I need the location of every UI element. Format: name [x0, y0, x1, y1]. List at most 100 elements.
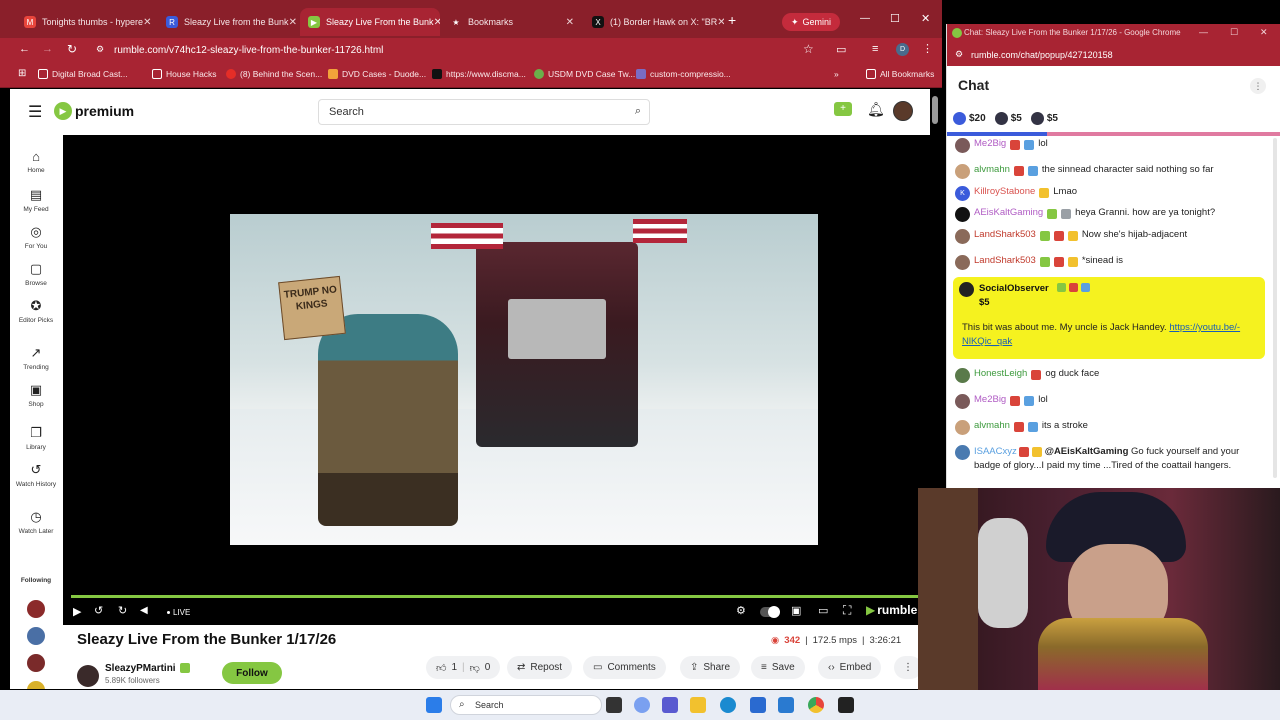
outlook-icon[interactable]	[778, 697, 794, 713]
forward-icon[interactable]: →	[42, 43, 53, 55]
volume-icon[interactable]: ◀	[140, 605, 148, 616]
chat-username[interactable]: Me2Big	[974, 138, 1006, 149]
rant-chip[interactable]: $5	[1030, 112, 1058, 125]
copilot-icon[interactable]	[634, 697, 650, 713]
chat-avatar[interactable]	[955, 445, 970, 460]
reload-icon[interactable]: ↻	[67, 42, 77, 56]
tab-tonights-thumbs[interactable]: M Tonights thumbs - hypere ✕	[16, 8, 156, 36]
chat-avatar[interactable]: K	[955, 186, 970, 201]
rumble-watermark[interactable]: ▶ rumble	[866, 603, 917, 617]
nav-home[interactable]: ⌂ Home	[10, 149, 62, 174]
chat-scrollbar[interactable]	[1273, 138, 1277, 478]
tab-sleazy-live-1[interactable]: R Sleazy Live from the Bunk ✕	[158, 8, 298, 36]
taskbar-search[interactable]: ⌕ Search	[450, 695, 602, 715]
forward-icon[interactable]: ↻	[118, 604, 127, 617]
save-button[interactable]: ≡ Save	[751, 656, 805, 679]
following-avatar[interactable]	[27, 681, 45, 689]
search-input[interactable]: Search ⌕	[318, 99, 650, 125]
rewind-icon[interactable]: ↺	[94, 604, 103, 617]
chat-avatar[interactable]	[959, 282, 974, 297]
nav-watch-history[interactable]: ↺ Watch History	[10, 462, 62, 488]
bookmark-item[interactable]: (8) Behind the Scen...	[226, 69, 322, 79]
task-view-icon[interactable]	[606, 697, 622, 713]
nav-watch-later[interactable]: ◷ Watch Later	[10, 509, 62, 535]
minimize-button[interactable]: —	[860, 13, 870, 24]
chat-username[interactable]: AEisKaltGaming	[974, 207, 1043, 218]
apps-grid-icon[interactable]: ⊞	[18, 68, 26, 79]
profile-avatar[interactable]: D	[896, 43, 909, 56]
site-info-icon[interactable]: ⚙	[96, 44, 104, 55]
chat-avatar[interactable]	[955, 255, 970, 270]
nav-library[interactable]: ❐ Library	[10, 425, 62, 451]
chat-url[interactable]: rumble.com/chat/popup/427120158	[971, 50, 1113, 60]
theater-icon[interactable]: ▭	[818, 604, 828, 617]
nav-for-you[interactable]: ◎ For You	[10, 224, 62, 250]
go-live-icon[interactable]: +	[834, 102, 852, 116]
bookmark-item[interactable]: DVD Cases - Duode...	[328, 69, 426, 79]
window-close-button[interactable]: ✕	[1260, 27, 1268, 38]
chat-avatar[interactable]	[955, 229, 970, 244]
store-icon[interactable]	[750, 697, 766, 713]
menu-icon[interactable]: ⋮	[922, 42, 933, 55]
chat-username[interactable]: ISAACxyz	[974, 446, 1017, 457]
share-button[interactable]: ⇪ Share	[680, 656, 741, 679]
notification-bell-icon[interactable]: 🔔︎	[867, 101, 885, 118]
chat-username[interactable]: LandShark503	[974, 255, 1036, 266]
chat-avatar[interactable]	[955, 207, 970, 222]
thumbs-up-icon[interactable]: 👍︎	[436, 662, 446, 674]
tab-sleazy-live-active[interactable]: ▶ Sleazy Live From the Bunk ✕	[300, 8, 440, 36]
close-icon[interactable]: ✕	[143, 17, 151, 28]
windows-start-icon[interactable]	[426, 697, 442, 713]
chat-username[interactable]: alvmahn	[974, 420, 1010, 431]
bookmark-item[interactable]: USDM DVD Case Tw...	[534, 69, 635, 79]
nav-my-feed[interactable]: ▤ My Feed	[10, 187, 62, 213]
fullscreen-icon[interactable]: ⛶	[843, 603, 851, 618]
video-progress-track[interactable]	[71, 595, 922, 598]
close-icon[interactable]: ✕	[566, 17, 574, 28]
channel-avatar[interactable]	[77, 665, 99, 687]
chat-mention[interactable]: @AEisKaltGaming	[1045, 446, 1129, 457]
tab-border-hawk[interactable]: X (1) Border Hawk on X: "BR ✕	[584, 8, 724, 36]
maximize-button[interactable]: ☐	[890, 12, 900, 25]
teams-icon[interactable]	[662, 697, 678, 713]
back-icon[interactable]: ←	[19, 43, 30, 55]
rant-chip[interactable]: $5	[994, 112, 1022, 125]
chat-username[interactable]: HonestLeigh	[974, 368, 1027, 379]
rumble-logo[interactable]: ▶ premium	[54, 102, 134, 120]
close-icon[interactable]: ✕	[434, 17, 440, 28]
all-bookmarks[interactable]: All Bookmarks	[866, 69, 934, 79]
following-avatar[interactable]	[27, 654, 45, 672]
file-explorer-icon[interactable]	[690, 697, 706, 713]
edge-icon[interactable]	[720, 697, 736, 713]
maximize-button[interactable]: ☐	[1230, 27, 1238, 38]
chat-username[interactable]: LandShark503	[974, 229, 1036, 240]
chat-username[interactable]: SocialObserver	[979, 283, 1049, 294]
pip-icon[interactable]: ▣	[791, 604, 801, 617]
page-scrollbar[interactable]	[932, 96, 938, 124]
app-icon[interactable]	[838, 697, 854, 713]
play-icon[interactable]: ▶	[73, 605, 81, 618]
channel-name[interactable]: SleazyPMartini	[105, 663, 176, 674]
embed-button[interactable]: ‹› Embed	[818, 656, 882, 679]
bookmark-item[interactable]: House Hacks	[152, 69, 217, 79]
site-info-icon[interactable]: ⚙	[955, 49, 963, 60]
close-icon[interactable]: ✕	[289, 17, 297, 28]
new-tab-button[interactable]: +	[728, 12, 736, 28]
chat-avatar[interactable]	[955, 164, 970, 179]
comments-button[interactable]: ▭ Comments	[583, 656, 666, 679]
chat-username[interactable]: Me2Big	[974, 394, 1006, 405]
chrome-icon[interactable]	[808, 697, 824, 713]
bookmark-item[interactable]: custom-compressio...	[636, 69, 731, 79]
nav-shop[interactable]: ▣ Shop	[10, 382, 62, 408]
search-icon[interactable]: ⌕	[635, 105, 641, 118]
chat-username[interactable]: KillroyStabone	[974, 186, 1035, 197]
chat-options-icon[interactable]: ⋮	[1250, 78, 1266, 94]
cast-icon[interactable]: ▭	[836, 43, 846, 56]
chat-avatar[interactable]	[955, 394, 970, 409]
follow-button[interactable]: Follow	[222, 662, 282, 684]
following-avatar[interactable]	[27, 600, 45, 618]
autoplay-toggle[interactable]	[760, 606, 780, 618]
minimize-button[interactable]: —	[1199, 27, 1208, 37]
bookmarks-overflow[interactable]: »	[834, 69, 839, 79]
bookmark-star-icon[interactable]: ☆	[803, 42, 814, 56]
